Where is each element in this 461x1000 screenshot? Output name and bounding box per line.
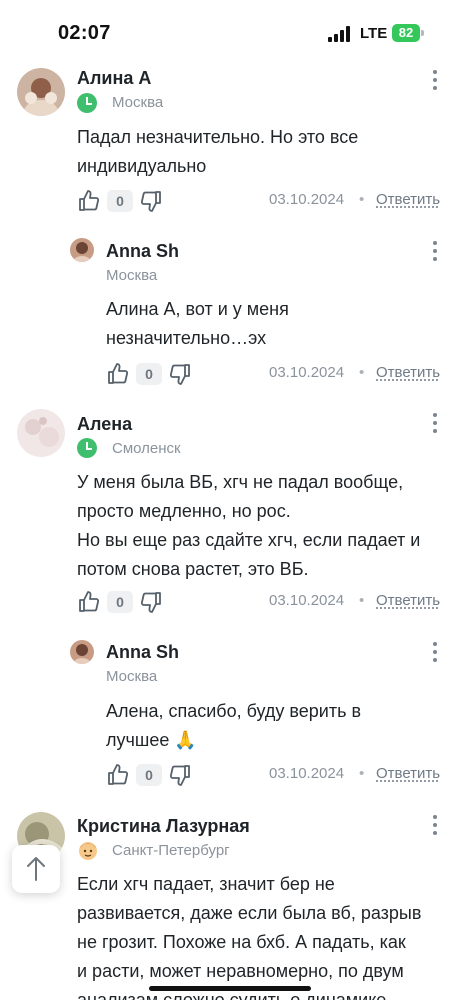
comment-date: 03.10.2024	[269, 364, 345, 381]
arrow-up-icon	[27, 857, 45, 881]
dislike-icon[interactable]	[168, 763, 192, 787]
comment-actions: 0 03.10.2024 • Ответить	[77, 187, 447, 215]
author-name[interactable]: Anna Sh	[106, 642, 179, 663]
avatar[interactable]	[70, 238, 94, 262]
signal-strength-icon	[328, 26, 352, 42]
status-badge-icon	[77, 438, 97, 458]
reply-button[interactable]: Ответить	[376, 191, 440, 208]
status-badge-icon	[77, 93, 97, 113]
more-options-icon[interactable]	[431, 413, 439, 435]
reply-button[interactable]: Ответить	[376, 364, 440, 381]
comment-date: 03.10.2024	[269, 765, 345, 782]
author-name[interactable]: Алена	[77, 414, 132, 435]
home-indicator[interactable]	[149, 986, 311, 991]
more-options-icon[interactable]	[431, 241, 439, 263]
network-type: LTE	[360, 25, 388, 42]
avatar[interactable]	[17, 68, 65, 116]
more-options-icon[interactable]	[431, 815, 439, 837]
author-name[interactable]: Anna Sh	[106, 241, 179, 262]
avatar[interactable]	[70, 640, 94, 664]
like-icon[interactable]	[106, 763, 130, 787]
comment-actions: 0 03.10.2024 • Ответить	[106, 360, 447, 388]
more-options-icon[interactable]	[431, 642, 439, 664]
author-city: Санкт-Петербург	[112, 842, 230, 859]
like-icon[interactable]	[77, 189, 101, 213]
reply-button[interactable]: Ответить	[376, 592, 440, 609]
battery-level: 82	[392, 24, 420, 42]
comment-actions: 0 03.10.2024 • Ответить	[77, 588, 447, 616]
like-count: 0	[136, 363, 162, 385]
scroll-to-top-button[interactable]	[12, 845, 60, 893]
separator-dot: •	[359, 191, 365, 208]
separator-dot: •	[359, 592, 365, 609]
separator-dot: •	[359, 765, 365, 782]
comment-text: Падал незначительно. Но это все индивиду…	[77, 127, 359, 176]
comment-date: 03.10.2024	[269, 191, 345, 208]
author-city: Москва	[106, 267, 158, 284]
like-icon[interactable]	[77, 590, 101, 614]
battery-icon: 82	[392, 24, 424, 42]
like-icon[interactable]	[106, 362, 130, 386]
reply-button[interactable]: Ответить	[376, 765, 440, 782]
status-bar: 02:07 LTE 82	[0, 0, 461, 62]
comment-text: Алина А, вот и у меня незначительно…эх	[106, 299, 289, 348]
like-count: 0	[107, 190, 133, 212]
author-name[interactable]: Кристина Лазурная	[77, 816, 250, 837]
like-count: 0	[136, 764, 162, 786]
more-options-icon[interactable]	[431, 70, 439, 92]
author-city: Москва	[106, 668, 158, 685]
comment-date: 03.10.2024	[269, 592, 345, 609]
author-name[interactable]: Алина А	[77, 68, 151, 89]
dislike-icon[interactable]	[139, 189, 163, 213]
separator-dot: •	[359, 364, 365, 381]
user-emoji-icon	[77, 839, 99, 861]
comment-text: Если хгч падает, значит бер не развивает…	[77, 874, 422, 1000]
author-city: Москва	[112, 94, 164, 111]
comment-text: Алена, спасибо, буду верить в лучшее 🙏	[106, 701, 362, 750]
dislike-icon[interactable]	[168, 362, 192, 386]
status-time: 02:07	[58, 22, 111, 44]
like-count: 0	[107, 591, 133, 613]
dislike-icon[interactable]	[139, 590, 163, 614]
avatar[interactable]	[17, 409, 65, 457]
comment-actions: 0 03.10.2024 • Ответить	[106, 761, 447, 789]
comment-text: У меня была ВБ, хгч не падал вообще, про…	[77, 472, 421, 579]
author-city: Смоленск	[112, 440, 181, 457]
